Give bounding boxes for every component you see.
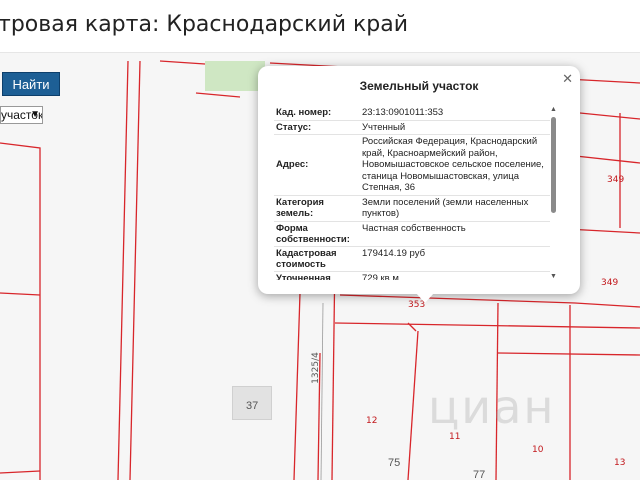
- parcel-label: 349: [601, 278, 619, 288]
- header: тровая карта: Краснодарский край: [0, 0, 640, 53]
- info-value: Российская Федерация, Краснодарский край…: [362, 136, 544, 193]
- parcel-label: 10: [532, 445, 544, 455]
- parcel-label: 349: [607, 175, 625, 185]
- search-button[interactable]: Найти: [2, 72, 60, 96]
- parcel-label: 12: [366, 416, 378, 426]
- parcel-info-popup: Земельный участок ✕ Кад. номер: 23:13:090…: [258, 66, 580, 303]
- scroll-thumb[interactable]: [551, 117, 556, 213]
- info-row: Категория земель: Земли поселений (земли …: [274, 196, 550, 222]
- house-number: 77: [473, 469, 486, 480]
- info-key: Категория земель:: [276, 197, 324, 219]
- info-key: Кадастровая стоимость: [276, 247, 337, 270]
- chevron-down-icon: ▼: [30, 109, 40, 120]
- parcel-info-table[interactable]: Кад. номер: 23:13:0901011:353 Статус: Учтен…: [274, 106, 550, 280]
- popup-title: Земельный участок: [359, 79, 479, 93]
- scroll-up-icon[interactable]: ▲: [550, 106, 557, 113]
- close-icon[interactable]: ✕: [562, 71, 573, 87]
- street-label: 1325/4: [310, 352, 321, 384]
- page-title: тровая карта: Краснодарский край: [0, 12, 409, 37]
- info-row: Адрес: Российская Федерация, Краснодарски…: [274, 135, 550, 196]
- watermark: циан: [428, 380, 556, 434]
- scroll-down-icon[interactable]: ▼: [550, 273, 557, 280]
- popup-scrollbar[interactable]: ▲ ▼: [550, 106, 558, 280]
- info-value: 179414.19 руб: [362, 247, 426, 259]
- info-key: Статус:: [276, 121, 312, 133]
- info-key: Адрес:: [276, 159, 309, 171]
- popup-pointer: [416, 293, 434, 303]
- info-value: Учтенный: [362, 121, 406, 133]
- house-number: 37: [246, 400, 259, 412]
- info-row: Кад. номер: 23:13:0901011:353: [274, 106, 550, 121]
- info-key: Форма собственности:: [276, 222, 350, 245]
- info-value: 729 кв.м: [362, 272, 399, 281]
- info-value: 23:13:0901011:353: [362, 107, 444, 118]
- info-key: Кад. номер:: [276, 107, 332, 119]
- info-row: Статус: Учтенный: [274, 121, 550, 135]
- info-row: Уточненная 729 кв.м: [274, 272, 550, 281]
- object-type-select[interactable]: участок ▼: [0, 106, 43, 124]
- info-row: Форма собственности: Частная собственност…: [274, 222, 550, 247]
- house-number: 75: [388, 457, 401, 469]
- info-row: Кадастровая стоимость 179414.19 руб: [274, 247, 550, 272]
- info-key: Уточненная: [276, 272, 331, 280]
- parcel-label: 13: [614, 458, 626, 468]
- info-value: Частная собственность: [362, 222, 466, 234]
- info-value: Земли поселений (земли населенных пункто…: [362, 196, 529, 220]
